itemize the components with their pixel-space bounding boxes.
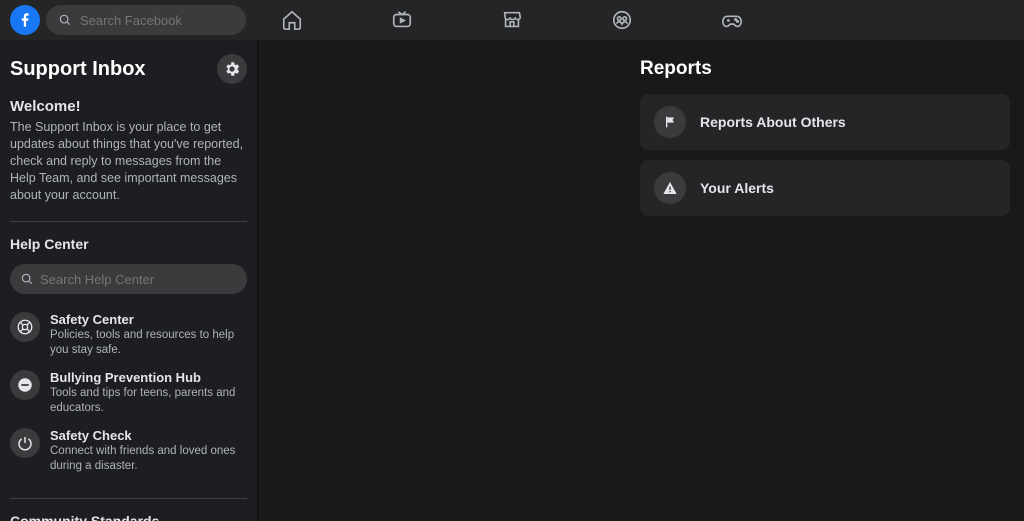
gear-icon [223, 60, 241, 78]
global-search[interactable] [46, 5, 246, 35]
help-center-search-input[interactable] [40, 272, 237, 287]
search-icon [20, 272, 34, 286]
help-center-heading: Help Center [10, 236, 247, 252]
nav-groups[interactable] [602, 0, 642, 40]
card-title: Your Alerts [700, 180, 774, 196]
card-reports-about-others[interactable]: Reports About Others [640, 94, 1010, 150]
help-center-search[interactable] [10, 264, 247, 294]
community-standards-heading: Community Standards [10, 513, 247, 521]
sidebar: Support Inbox Welcome! The Support Inbox… [0, 40, 258, 521]
sidebar-item-label: Safety Check [50, 428, 247, 443]
sidebar-item-safety-check[interactable]: Safety Check Connect with friends and lo… [10, 422, 247, 480]
sidebar-item-label: Bullying Prevention Hub [50, 370, 247, 385]
welcome-heading: Welcome! [10, 98, 247, 115]
divider [10, 498, 247, 499]
divider [10, 221, 247, 222]
nav-gaming[interactable] [712, 0, 752, 40]
sidebar-item-bullying-prevention[interactable]: Bullying Prevention Hub Tools and tips f… [10, 364, 247, 422]
power-icon [10, 428, 40, 458]
sidebar-item-desc: Connect with friends and loved ones duri… [50, 444, 247, 474]
reports-heading: Reports [640, 58, 1010, 80]
sidebar-item-desc: Tools and tips for teens, parents and ed… [50, 386, 247, 416]
facebook-logo[interactable] [10, 5, 40, 35]
sidebar-item-label: Safety Center [50, 312, 247, 327]
reports-column: Reports Reports About Others Your Alerts [640, 58, 1010, 521]
sidebar-item-desc: Policies, tools and resources to help yo… [50, 328, 247, 358]
minus-circle-icon [10, 370, 40, 400]
sidebar-item-safety-center[interactable]: Safety Center Policies, tools and resour… [10, 306, 247, 364]
search-icon [58, 13, 72, 27]
global-search-input[interactable] [80, 13, 234, 28]
main-left-column [272, 58, 640, 521]
settings-button[interactable] [217, 54, 247, 84]
nav-marketplace[interactable] [492, 0, 532, 40]
card-your-alerts[interactable]: Your Alerts [640, 160, 1010, 216]
card-title: Reports About Others [700, 114, 846, 130]
nav-home[interactable] [272, 0, 312, 40]
main-content: Reports Reports About Others Your Alerts [258, 40, 1024, 521]
page-title: Support Inbox [10, 58, 146, 81]
nav-watch[interactable] [382, 0, 422, 40]
alert-triangle-icon [654, 172, 686, 204]
welcome-body: The Support Inbox is your place to get u… [10, 119, 247, 203]
top-header [0, 0, 1024, 40]
lifebuoy-icon [10, 312, 40, 342]
report-flag-icon [654, 106, 686, 138]
